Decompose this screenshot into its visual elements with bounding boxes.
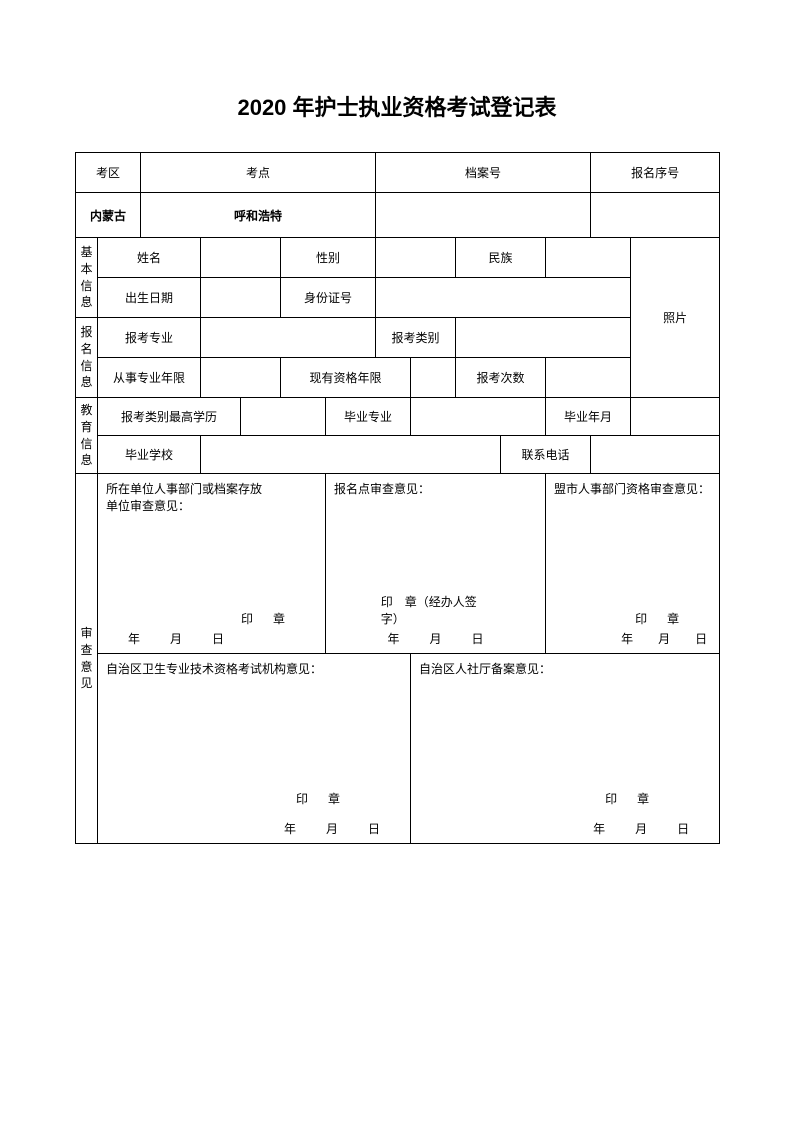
label-school: 毕业学校 [98, 436, 201, 474]
value-highest [241, 398, 326, 436]
label-qual-years: 现有资格年限 [281, 358, 411, 398]
section-review: 审查意见 [76, 474, 98, 844]
registration-form: 考区 考点 档案号 报名序号 内蒙古 呼和浩特 基本信息 姓名 性别 民族 照片… [75, 152, 720, 844]
label-grad-date: 毕业年月 [546, 398, 631, 436]
section-basic: 基本信息 [76, 238, 98, 318]
label-grad-major: 毕业专业 [326, 398, 411, 436]
label-file-no: 档案号 [376, 153, 591, 193]
opinion-exam-site-text: 报名点审查意见： [334, 480, 537, 497]
label-highest: 报考类别最高学历 [98, 398, 241, 436]
date-line: 年月日 [593, 820, 689, 837]
section-edu: 教育信息 [76, 398, 98, 474]
stamp-label: 印章 [296, 790, 360, 807]
value-grad-date [631, 398, 720, 436]
label-birth: 出生日期 [98, 278, 201, 318]
label-gender: 性别 [281, 238, 376, 278]
label-exam-site: 考点 [141, 153, 376, 193]
section-reg: 报名信息 [76, 318, 98, 398]
value-school [201, 436, 501, 474]
opinion-unit-line2: 单位审查意见： [106, 499, 190, 513]
stamp-sign-label: 印 章（经办人签字） [381, 593, 491, 627]
value-exam-site: 呼和浩特 [141, 193, 376, 238]
label-exam-count: 报考次数 [456, 358, 546, 398]
date-line: 年月日 [621, 630, 707, 647]
label-ethnicity: 民族 [456, 238, 546, 278]
label-reg-no: 报名序号 [591, 153, 720, 193]
photo-cell: 照片 [631, 238, 720, 398]
page-title: 2020 年护士执业资格考试登记表 [75, 90, 719, 122]
date-line: 年月日 [128, 630, 224, 647]
value-file-no [376, 193, 591, 238]
opinion-exam-site: 报名点审查意见： 印 章（经办人签字） 年月日 [326, 474, 546, 654]
opinion-region-hr-text: 自治区人社厅备案意见： [419, 660, 711, 677]
date-line: 年月日 [387, 630, 483, 647]
opinion-region-exam-text: 自治区卫生专业技术资格考试机构意见： [106, 660, 402, 677]
value-reg-major [201, 318, 376, 358]
value-exam-area: 内蒙古 [76, 193, 141, 238]
opinion-city-text: 盟市人事部门资格审查意见： [554, 480, 711, 497]
value-exam-count [546, 358, 631, 398]
label-name: 姓名 [98, 238, 201, 278]
label-reg-major: 报考专业 [98, 318, 201, 358]
label-work-years: 从事专业年限 [98, 358, 201, 398]
stamp-label: 印章 [635, 610, 699, 627]
opinion-unit: 所在单位人事部门或档案存放 单位审查意见： 印章 年月日 [98, 474, 326, 654]
value-reg-no [591, 193, 720, 238]
opinion-region-hr: 自治区人社厅备案意见： 印章 年月日 [411, 654, 720, 844]
value-name [201, 238, 281, 278]
value-ethnicity [546, 238, 631, 278]
value-id-no [376, 278, 631, 318]
opinion-region-exam: 自治区卫生专业技术资格考试机构意见： 印章 年月日 [98, 654, 411, 844]
opinion-city: 盟市人事部门资格审查意见： 印章 年月日 [546, 474, 720, 654]
label-id-no: 身份证号 [281, 278, 376, 318]
value-grad-major [411, 398, 546, 436]
value-birth [201, 278, 281, 318]
stamp-label: 印章 [241, 610, 305, 627]
value-gender [376, 238, 456, 278]
date-line: 年月日 [284, 820, 380, 837]
value-qual-years [411, 358, 456, 398]
label-reg-category: 报考类别 [376, 318, 456, 358]
stamp-label: 印章 [605, 790, 669, 807]
value-reg-category [456, 318, 631, 358]
value-work-years [201, 358, 281, 398]
label-phone: 联系电话 [501, 436, 591, 474]
label-exam-area: 考区 [76, 153, 141, 193]
opinion-unit-line1: 所在单位人事部门或档案存放 [106, 482, 262, 496]
value-phone [591, 436, 720, 474]
